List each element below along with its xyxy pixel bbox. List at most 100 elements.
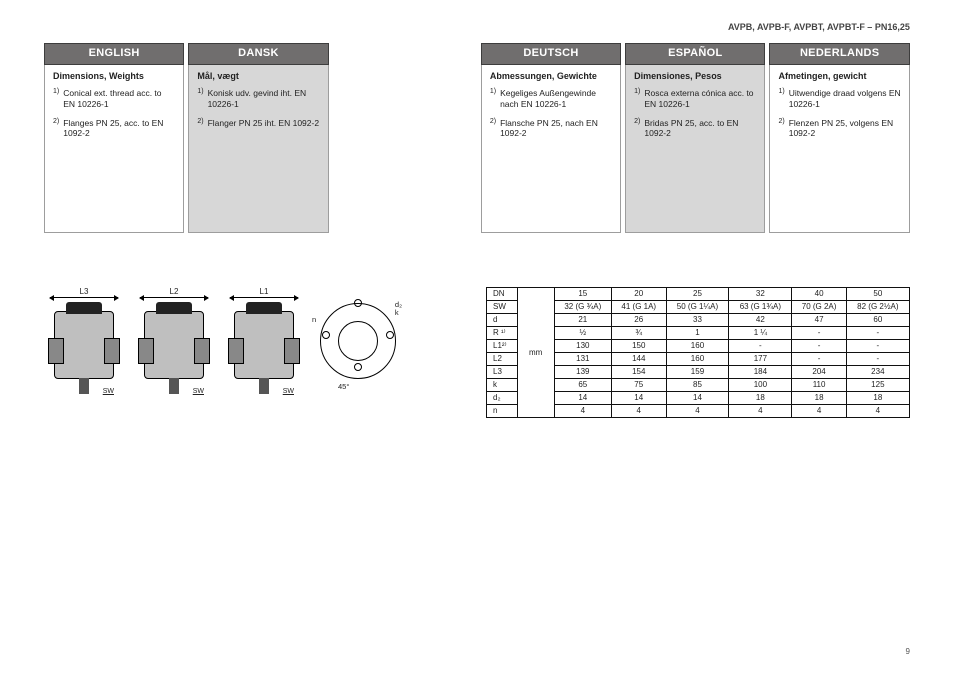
footnote-marker: 2) [490,118,496,139]
data-cell: 18 [792,392,847,405]
valve-body [54,311,114,379]
lang-title: DEUTSCH [481,43,621,65]
data-cell: 14 [666,392,729,405]
footnote: 1)Rosca externa cónica acc. to EN 10226-… [634,88,756,109]
row-label: d [487,314,518,327]
lang-title: NEDERLANDS [769,43,909,65]
data-cell: 41 (G 1A) [611,301,666,314]
flange-view: n d₂k 45° [314,287,400,397]
footnote: 1)Conical ext. thread acc. to EN 10226-1 [53,88,175,109]
footnote: 1)Uitwendige draad volgens EN 10226-1 [778,88,900,109]
data-cell: 82 (G 2½A) [846,301,909,314]
flange-n-label: n [312,315,316,324]
bolt-hole [354,363,362,371]
sw-label: SW [283,388,294,397]
lang-title: DANSK [188,43,328,65]
data-cell: 4 [792,405,847,418]
data-cell: 144 [611,353,666,366]
bolt-hole [322,331,330,339]
row-label: DN [487,288,518,301]
dim-label: L1 [260,287,269,297]
data-cell: 20 [611,288,666,301]
valve-body [144,311,204,379]
data-cell: 125 [846,379,909,392]
data-cell: 14 [554,392,611,405]
valve-port [284,338,300,364]
valve-view: L3SW [44,287,124,397]
lang-subtitle: Mål, vægt [197,71,319,82]
data-cell: 85 [666,379,729,392]
table-row: DNmm152025324050 [487,288,910,301]
data-cell: - [846,340,909,353]
valve-view: L2SW [134,287,214,397]
lang-body: Abmessungen, Gewichte1)Kegeliges Außenge… [481,65,621,233]
lang-body: Dimensions, Weights1)Conical ext. thread… [44,65,184,233]
lang-card-deutsch: DEUTSCHAbmessungen, Gewichte1)Kegeliges … [481,43,621,233]
data-cell: 184 [729,366,792,379]
data-cell: 47 [792,314,847,327]
lang-title: ESPAÑOL [625,43,765,65]
data-cell: 4 [666,405,729,418]
data-cell: 50 [846,288,909,301]
footnote-text: Flansche PN 25, nach EN 1092-2 [500,118,612,139]
flange-angle-label: 45° [338,382,349,391]
data-cell: 33 [666,314,729,327]
footnote-text: Bridas PN 25, acc. to EN 1092-2 [644,118,756,139]
data-cell: 234 [846,366,909,379]
data-cell: 130 [554,340,611,353]
data-cell: - [729,340,792,353]
dim-line [140,297,208,298]
data-cell: 4 [611,405,666,418]
data-cell: - [792,327,847,340]
row-label: R ¹⁾ [487,327,518,340]
footnote: 2) Flanger PN 25 iht. EN 1092-2 [197,118,319,129]
footnote-marker: 1) [778,88,784,109]
data-cell: 100 [729,379,792,392]
footnote-marker: 1) [197,88,203,109]
footnote-text: Flenzen PN 25, volgens EN 1092-2 [789,118,901,139]
data-cell: 4 [846,405,909,418]
sw-label: SW [103,388,114,397]
dimensions-table: DNmm152025324050SW32 (G ¾A)41 (G 1A)50 (… [486,287,910,418]
flange-side-labels: d₂k [395,301,402,318]
footnote: 2)Flenzen PN 25, volgens EN 1092-2 [778,118,900,139]
dim-line [230,297,298,298]
footnote: 2)Flansche PN 25, nach EN 1092-2 [490,118,612,139]
dim-line [50,297,118,298]
row-label: n [487,405,518,418]
data-cell: 204 [792,366,847,379]
footnote-text: Flanger PN 25 iht. EN 1092-2 [208,118,320,129]
language-cards-row: ENGLISHDimensions, Weights1)Conical ext.… [44,43,910,233]
data-cell: 154 [611,366,666,379]
footnote-marker: 2) [634,118,640,139]
lang-body: Afmetingen, gewicht 1)Uitwendige draad vo… [769,65,909,233]
data-cell: 50 (G 1¼A) [666,301,729,314]
unit-cell: mm [517,288,554,418]
data-cell: 4 [729,405,792,418]
data-cell: 139 [554,366,611,379]
data-cell: 1 ¼ [729,327,792,340]
data-cell: - [846,353,909,366]
data-cell: 70 (G 2A) [792,301,847,314]
lang-subtitle: Abmessungen, Gewichte [490,71,612,82]
data-cell: 63 (G 1¾A) [729,301,792,314]
valve-view: L1 SW [224,287,304,397]
lang-card-dansk: DANSK Mål, vægt 1)Konisk udv. gevind iht. … [188,43,328,233]
data-cell: 14 [611,392,666,405]
footnote-text: Konisk udv. gevind iht. EN 10226-1 [208,88,320,109]
data-cell: 65 [554,379,611,392]
data-cell: ¾ [611,327,666,340]
bolt-hole [386,331,394,339]
footnote-marker: 2) [197,118,203,129]
footnote-text: Flanges PN 25, acc. to EN 1092-2 [63,118,175,139]
lower-section: L3SWL2SWL1SWnd₂k45° DNmm152025324050SW32… [44,287,910,418]
data-cell: 18 [846,392,909,405]
bolt-hole [354,299,362,307]
lang-subtitle: Afmetingen, gewicht [778,71,900,82]
data-cell: 26 [611,314,666,327]
lang-subtitle: Dimensiones, Pesos [634,71,756,82]
row-label: d₂ [487,392,518,405]
data-cell: 18 [729,392,792,405]
data-cell: 21 [554,314,611,327]
data-cell: 75 [611,379,666,392]
